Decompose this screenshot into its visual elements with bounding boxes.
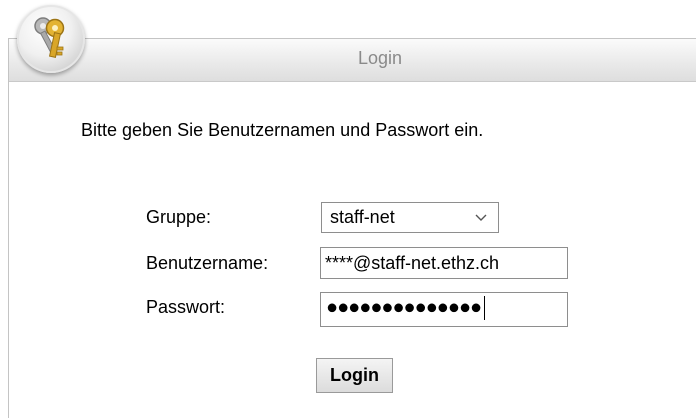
group-select[interactable]: staff-net	[321, 202, 499, 233]
username-input[interactable]	[320, 247, 568, 279]
text-caret	[484, 296, 486, 320]
chevron-down-icon	[474, 209, 488, 230]
instruction-text: Bitte geben Sie Benutzernamen und Passwo…	[81, 120, 484, 140]
username-label: Benutzername:	[146, 253, 269, 273]
login-button[interactable]: Login	[316, 358, 393, 393]
password-input[interactable]: ●●●●●●●●●●●●●●	[320, 292, 568, 327]
group-select-value: staff-net	[330, 207, 395, 227]
password-mask: ●●●●●●●●●●●●●●	[326, 296, 482, 319]
window-title: Login	[357, 48, 403, 68]
password-label: Passwort:	[146, 297, 226, 317]
group-label: Gruppe:	[146, 207, 212, 227]
login-page: Login Bitte geben Sie Benutzernamen und …	[0, 0, 696, 418]
keys-icon	[17, 5, 85, 73]
